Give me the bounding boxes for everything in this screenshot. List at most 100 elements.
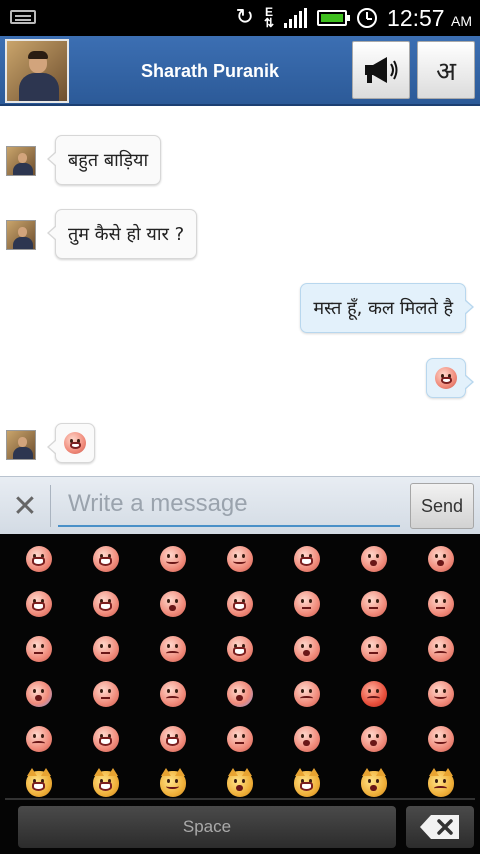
emoji-key[interactable]: [206, 671, 273, 716]
emoji-key[interactable]: [5, 671, 72, 716]
emoji-key[interactable]: [206, 716, 273, 761]
emoji-grid: [0, 536, 480, 806]
emoji-key[interactable]: [340, 581, 407, 626]
emoji-key[interactable]: [139, 626, 206, 671]
emoji-key[interactable]: [340, 716, 407, 761]
alarm-icon: [357, 8, 378, 28]
sender-avatar: [6, 220, 36, 250]
grin-face-icon: [226, 590, 253, 617]
emoji-key[interactable]: [340, 536, 407, 581]
send-button[interactable]: Send: [410, 483, 474, 529]
incoming-message[interactable]: बहुत बाड़िया: [46, 135, 162, 185]
emoji-key[interactable]: [5, 581, 72, 626]
divider: [5, 798, 475, 800]
emoji-key[interactable]: [72, 581, 139, 626]
emoji-key[interactable]: [407, 716, 474, 761]
emoji-key[interactable]: [72, 536, 139, 581]
message-input[interactable]: [58, 483, 400, 527]
emoji-key[interactable]: [407, 536, 474, 581]
tongue-face-icon: [25, 590, 52, 617]
emoji-key[interactable]: [5, 626, 72, 671]
backspace-key[interactable]: [406, 806, 474, 848]
emoji-key[interactable]: [206, 581, 273, 626]
contact-name: Sharath Puranik: [140, 61, 280, 81]
emoji-key[interactable]: [5, 716, 72, 761]
sad-face-icon: [25, 725, 52, 752]
keyboard-icon: [10, 10, 36, 24]
message-composer: ✕ Send: [0, 476, 480, 534]
chat-header: Sharath Puranik अ: [0, 36, 480, 106]
status-icons: ↻ E ⇅ 12:57 AM: [236, 0, 472, 36]
sweat-face-icon: [92, 680, 119, 707]
mask-face-icon: [226, 725, 253, 752]
grin-face-icon: [92, 725, 119, 752]
emoji-key[interactable]: [340, 671, 407, 716]
emoji-key[interactable]: [273, 536, 340, 581]
dizzy-face-icon: [360, 725, 387, 752]
incoming-message[interactable]: तुम कैसे हो यार ?: [46, 209, 198, 259]
contact-avatar[interactable]: [5, 39, 69, 103]
emoji-key[interactable]: [206, 626, 273, 671]
emoji-key[interactable]: [407, 581, 474, 626]
emoji-key[interactable]: [273, 626, 340, 671]
kiss-face-icon: [427, 545, 454, 572]
smile-face-icon: [226, 545, 253, 572]
emoji-key[interactable]: [5, 536, 72, 581]
grin-face-icon: [92, 545, 119, 572]
outgoing-message[interactable]: मस्त हूँ, कल मिलते है: [300, 283, 474, 333]
emoji-key[interactable]: [139, 536, 206, 581]
emoji-key[interactable]: [273, 716, 340, 761]
emoji-key[interactable]: [139, 581, 206, 626]
sweat-face-icon: [360, 590, 387, 617]
language-button[interactable]: अ: [417, 41, 475, 99]
sad-face-icon: [427, 635, 454, 662]
cat-face-icon: [25, 767, 52, 797]
emoji-key[interactable]: [72, 671, 139, 716]
clock: 12:57 AM: [387, 5, 472, 32]
emoji-key[interactable]: [340, 626, 407, 671]
emoji-key[interactable]: [206, 536, 273, 581]
backspace-icon: [420, 815, 459, 839]
signal-icon: [284, 8, 308, 28]
status-bar: ↻ E ⇅ 12:57 AM: [0, 0, 480, 36]
cat-kiss-face-icon: [226, 767, 253, 797]
outgoing-emoji-message[interactable]: [426, 358, 474, 398]
sad-face-icon: [159, 635, 186, 662]
incoming-emoji-message[interactable]: [47, 423, 95, 463]
cat-cry-face-icon: [427, 767, 454, 797]
emoji-key[interactable]: [407, 626, 474, 671]
cat-face-icon: [293, 767, 320, 797]
sleep-face-icon: [360, 635, 387, 662]
flat-face-icon: [25, 635, 52, 662]
grin-face-icon: [293, 545, 320, 572]
sad-face-icon: [293, 680, 320, 707]
smile-face-icon: [427, 680, 454, 707]
clock-ampm: AM: [451, 12, 472, 29]
emoji-key[interactable]: [139, 671, 206, 716]
divider: [50, 485, 51, 527]
speaker-button[interactable]: [352, 41, 410, 99]
flat-face-icon: [427, 590, 454, 617]
emoji-keyboard: Space: [0, 534, 480, 854]
emoji-key[interactable]: [407, 671, 474, 716]
emoji-key[interactable]: [72, 626, 139, 671]
smile-face-icon: [427, 725, 454, 752]
scream-face-icon: [226, 680, 253, 707]
open-face-icon: [159, 590, 186, 617]
sender-avatar: [6, 430, 36, 460]
emoji-key[interactable]: [273, 581, 340, 626]
data-transfer-icon: E ⇅: [263, 5, 275, 30]
angry-face-icon: [360, 680, 387, 707]
emoji-key[interactable]: [139, 716, 206, 761]
emoji-key[interactable]: [273, 671, 340, 716]
flat-face-icon: [92, 635, 119, 662]
grinning-face-icon: [64, 432, 86, 454]
emoji-key[interactable]: [72, 716, 139, 761]
space-key[interactable]: Space: [18, 806, 396, 848]
tears-face-icon: [226, 635, 253, 662]
grinning-face-icon: [435, 367, 457, 389]
sob-face-icon: [293, 635, 320, 662]
close-icon[interactable]: ✕: [8, 489, 42, 524]
megaphone-icon: [365, 57, 398, 83]
chat-area[interactable]: बहुत बाड़िया तुम कैसे हो यार ? मस्त हूँ,…: [0, 106, 480, 476]
